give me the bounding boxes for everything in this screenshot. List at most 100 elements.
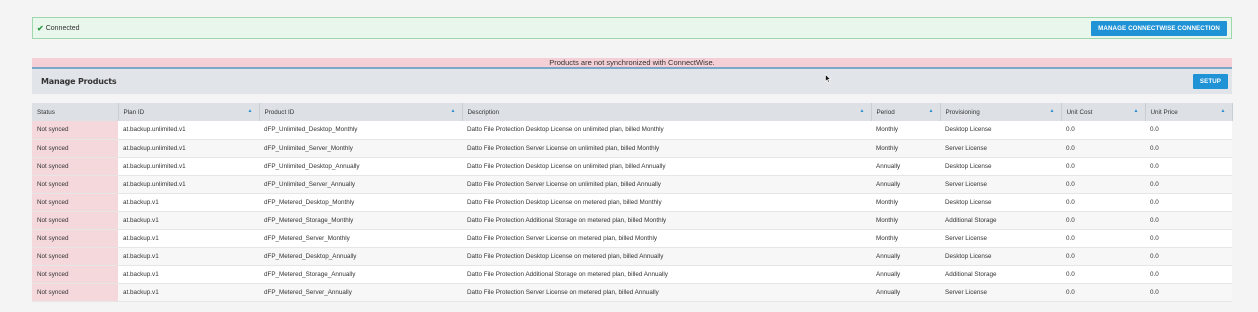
unit-cost-cell: 0.0 (1061, 139, 1145, 158)
period-cell: Annually (871, 175, 940, 194)
table-row[interactable]: Not synced at.backup.unlimited.v1 dFP_Unli… (32, 139, 1232, 158)
connection-status-text: Connected (45, 24, 80, 32)
table-row[interactable]: Not synced at.backup.unlimited.v1 dFP_Unli… (32, 121, 1232, 140)
unit-price-cell: 0.0 (1145, 193, 1232, 212)
provisioning-cell: Additional Storage (940, 265, 1061, 284)
manage-connectwise-connection-button[interactable]: MANAGE CONNECTWISE CONNECTION (1091, 20, 1227, 36)
column-header-label: Plan ID (123, 108, 145, 116)
plan-id-cell: at.backup.unlimited.v1 (118, 157, 259, 176)
unit-price-cell: 0.0 (1145, 265, 1232, 284)
period-cell: Monthly (871, 211, 940, 230)
unit-cost-cell: 0.0 (1061, 247, 1145, 266)
column-header-label: Description (467, 108, 500, 116)
table-row[interactable]: Not synced at.backup.v1 dFP_Metered_Deskto… (32, 193, 1232, 212)
column-header-label: Period (876, 108, 895, 116)
column-header-label: Unit Cost (1066, 108, 1093, 116)
column-header-description[interactable]: Description ▲ (462, 103, 872, 121)
status-cell: Not synced (32, 121, 118, 140)
table-header-row: Status Plan ID ▲ Product ID ▲ Description ▲ Per… (32, 103, 1233, 121)
column-header-unit-price[interactable]: Unit Price ▲ (1145, 103, 1233, 121)
column-header-product-id[interactable]: Product ID ▲ (259, 103, 463, 121)
product-id-cell: dFP_Unlimited_Desktop_Annually (259, 157, 462, 176)
provisioning-cell: Server License (940, 229, 1061, 248)
provisioning-cell: Additional Storage (940, 211, 1061, 230)
check-icon: ✔ (37, 23, 44, 33)
provisioning-cell: Server License (940, 175, 1061, 194)
sort-arrow-icon[interactable]: ▲ (860, 108, 865, 114)
page-title: Manage Products (41, 77, 117, 86)
plan-id-cell: at.backup.v1 (118, 283, 259, 302)
plan-id-cell: at.backup.unlimited.v1 (118, 175, 259, 194)
period-cell: Annually (871, 157, 940, 176)
table-row[interactable]: Not synced at.backup.v1 dFP_Metered_Storag… (32, 211, 1232, 230)
unit-price-cell: 0.0 (1145, 283, 1232, 302)
connection-status: ✔ Connected (37, 24, 80, 33)
column-header-label: Unit Price (1150, 108, 1178, 116)
unit-cost-cell: 0.0 (1061, 175, 1145, 194)
column-header-status[interactable]: Status (32, 103, 119, 121)
column-header-plan-id[interactable]: Plan ID ▲ (118, 103, 260, 121)
description-cell: Datto File Protection Desktop License on… (462, 157, 871, 176)
sort-arrow-icon[interactable]: ▲ (929, 108, 934, 114)
plan-id-cell: at.backup.v1 (118, 247, 259, 266)
unit-cost-cell: 0.0 (1061, 265, 1145, 284)
provisioning-cell: Desktop License (940, 193, 1061, 212)
column-header-period[interactable]: Period ▲ (871, 103, 941, 121)
sync-warning-banner: Products are not synchronized with Conne… (32, 58, 1232, 69)
plan-id-cell: at.backup.v1 (118, 193, 259, 212)
plan-id-cell: at.backup.unlimited.v1 (118, 139, 259, 158)
mouse-cursor-icon (825, 74, 831, 83)
table-row[interactable]: Not synced at.backup.v1 dFP_Metered_Storag… (32, 265, 1232, 284)
connection-status-bar: ✔ Connected MANAGE CONNECTWISE CONNECTIO… (32, 17, 1232, 39)
unit-price-cell: 0.0 (1145, 211, 1232, 230)
unit-price-cell: 0.0 (1145, 229, 1232, 248)
status-cell: Not synced (32, 193, 118, 212)
product-id-cell: dFP_Unlimited_Server_Annually (259, 175, 462, 194)
product-id-cell: dFP_Metered_Desktop_Monthly (259, 193, 462, 212)
period-cell: Monthly (871, 193, 940, 212)
unit-price-cell: 0.0 (1145, 121, 1232, 140)
plan-id-cell: at.backup.v1 (118, 229, 259, 248)
setup-button[interactable]: SETUP (1192, 74, 1228, 89)
table-row[interactable]: Not synced at.backup.v1 dFP_Metered_Server… (32, 283, 1232, 302)
description-cell: Datto File Protection Additional Storage… (462, 265, 871, 284)
table-body: Not synced at.backup.unlimited.v1 dFP_Unli… (32, 121, 1232, 302)
description-cell: Datto File Protection Server License on … (462, 283, 871, 302)
plan-id-cell: at.backup.v1 (118, 265, 259, 284)
manage-products-header: Manage Products SETUP (32, 69, 1232, 94)
product-id-cell: dFP_Unlimited_Desktop_Monthly (259, 121, 462, 140)
unit-price-cell: 0.0 (1145, 157, 1232, 176)
status-cell: Not synced (32, 157, 118, 176)
column-header-label: Product ID (264, 108, 295, 116)
period-cell: Monthly (871, 229, 940, 248)
table-row[interactable]: Not synced at.backup.v1 dFP_Metered_Server… (32, 229, 1232, 248)
status-cell: Not synced (32, 229, 118, 248)
sort-arrow-icon[interactable]: ▲ (248, 108, 253, 114)
product-id-cell: dFP_Metered_Server_Annually (259, 283, 462, 302)
table-row[interactable]: Not synced at.backup.v1 dFP_Metered_Deskto… (32, 247, 1232, 266)
period-cell: Monthly (871, 139, 940, 158)
description-cell: Datto File Protection Desktop License on… (462, 121, 871, 140)
description-cell: Datto File Protection Desktop License on… (462, 193, 871, 212)
product-id-cell: dFP_Unlimited_Server_Monthly (259, 139, 462, 158)
column-header-label: Status (37, 108, 55, 116)
period-cell: Annually (871, 265, 940, 284)
unit-cost-cell: 0.0 (1061, 283, 1145, 302)
sort-arrow-icon[interactable]: ▲ (1134, 108, 1139, 114)
provisioning-cell: Server License (940, 139, 1061, 158)
description-cell: Datto File Protection Server License on … (462, 139, 871, 158)
provisioning-cell: Desktop License (940, 157, 1061, 176)
column-header-provisioning[interactable]: Provisioning ▲ (940, 103, 1062, 121)
sort-arrow-icon[interactable]: ▲ (1221, 108, 1226, 114)
table-row[interactable]: Not synced at.backup.unlimited.v1 dFP_Unli… (32, 175, 1232, 194)
unit-cost-cell: 0.0 (1061, 211, 1145, 230)
provisioning-cell: Server License (940, 283, 1061, 302)
sort-arrow-icon[interactable]: ▲ (1050, 108, 1055, 114)
column-header-unit-cost[interactable]: Unit Cost ▲ (1061, 103, 1146, 121)
status-cell: Not synced (32, 139, 118, 158)
status-cell: Not synced (32, 265, 118, 284)
sort-arrow-icon[interactable]: ▲ (451, 108, 456, 114)
product-id-cell: dFP_Metered_Server_Monthly (259, 229, 462, 248)
table-row[interactable]: Not synced at.backup.unlimited.v1 dFP_Unli… (32, 157, 1232, 176)
products-table: Status Plan ID ▲ Product ID ▲ Description ▲ Per… (32, 103, 1233, 302)
